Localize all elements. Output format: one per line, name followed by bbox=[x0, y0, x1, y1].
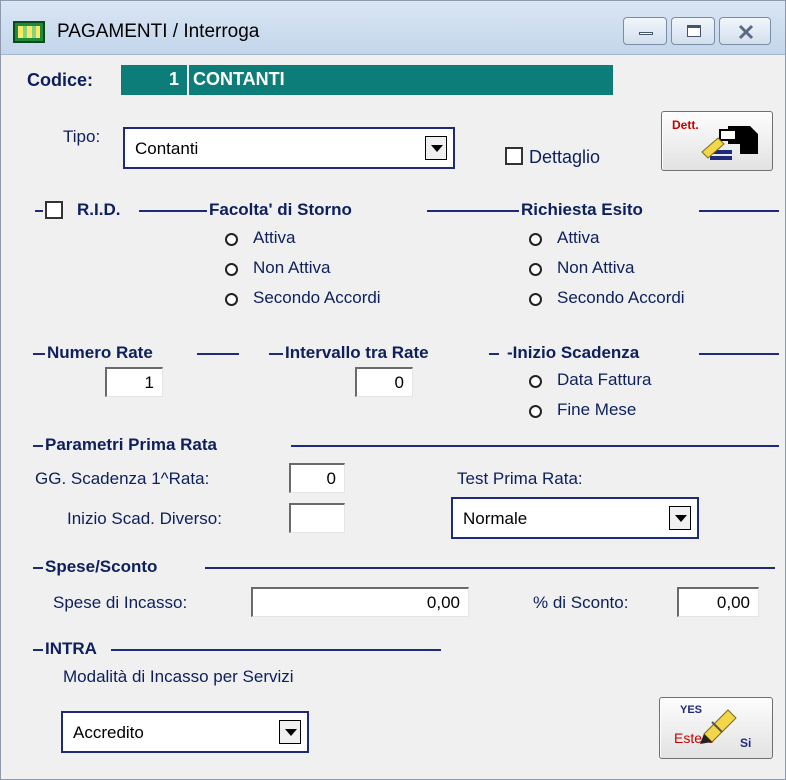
test-prima-rata-select[interactable]: Normale bbox=[451, 497, 699, 539]
gg-scadenza-label: GG. Scadenza 1^Rata: bbox=[35, 469, 210, 488]
chevron-down-icon[interactable] bbox=[425, 136, 447, 160]
parametri-prima-rata-label: Parametri Prima Rata bbox=[45, 435, 217, 454]
modalita-incasso-select[interactable]: Accredito bbox=[61, 711, 309, 753]
payment-window: PAGAMENTI / Interroga Codice: 1 CONTANTI… bbox=[0, 0, 786, 780]
minimize-icon bbox=[639, 32, 653, 35]
app-icon bbox=[13, 21, 45, 43]
pen-icon bbox=[700, 709, 737, 744]
test-prima-rata-value: Normale bbox=[463, 509, 528, 528]
chevron-down-icon[interactable] bbox=[279, 720, 301, 744]
tipo-select[interactable]: Contanti bbox=[123, 127, 455, 169]
codice-label: Codice: bbox=[27, 70, 94, 90]
detail-icon bbox=[701, 126, 758, 160]
maximize-button[interactable] bbox=[671, 17, 715, 45]
rid-label: R.I.D. bbox=[77, 200, 121, 219]
maximize-icon bbox=[687, 25, 701, 37]
gg-scadenza-field[interactable]: 0 bbox=[289, 463, 345, 493]
storno-attiva-radio[interactable] bbox=[225, 233, 238, 246]
spese-sconto-label: Spese/Sconto bbox=[45, 557, 158, 576]
estero-button[interactable]: YES Estero Si bbox=[659, 697, 773, 759]
storno-non-attiva-label: Non Attiva bbox=[253, 258, 331, 277]
richiesta-esito-label: Richiesta Esito bbox=[521, 200, 643, 219]
esito-secondo-accordi-radio[interactable] bbox=[529, 293, 542, 306]
rid-checkbox[interactable] bbox=[45, 201, 63, 219]
fine-mese-label: Fine Mese bbox=[557, 400, 637, 419]
close-icon bbox=[738, 24, 754, 40]
esito-non-attiva-label: Non Attiva bbox=[557, 258, 635, 277]
storno-secondo-accordi-label: Secondo Accordi bbox=[253, 288, 381, 307]
close-button[interactable] bbox=[719, 17, 771, 45]
esito-non-attiva-radio[interactable] bbox=[529, 263, 542, 276]
intra-label: INTRA bbox=[45, 639, 97, 658]
title-bar: PAGAMENTI / Interroga bbox=[1, 1, 785, 55]
spese-incasso-label: Spese di Incasso: bbox=[53, 593, 188, 612]
numero-rate-label: Numero Rate bbox=[47, 343, 153, 362]
window-title: PAGAMENTI / Interroga bbox=[57, 21, 260, 42]
sconto-label: % di Sconto: bbox=[533, 593, 629, 612]
sconto-field[interactable]: 0,00 bbox=[677, 587, 759, 617]
tipo-value: Contanti bbox=[135, 139, 199, 158]
data-fattura-radio[interactable] bbox=[529, 375, 542, 388]
chevron-down-icon[interactable] bbox=[669, 506, 691, 530]
modalita-incasso-label: Modalità di Incasso per Servizi bbox=[63, 667, 294, 686]
tipo-label: Tipo: bbox=[63, 127, 101, 146]
intervallo-rate-field[interactable]: 0 bbox=[355, 367, 413, 397]
dettaglio-checkbox[interactable] bbox=[505, 147, 523, 165]
minimize-button[interactable] bbox=[623, 17, 667, 45]
inizio-scad-diverso-label: Inizio Scad. Diverso: bbox=[67, 509, 222, 528]
test-prima-rata-label: Test Prima Rata: bbox=[457, 469, 583, 488]
fine-mese-radio[interactable] bbox=[529, 405, 542, 418]
codice-number: 1 bbox=[121, 65, 187, 95]
numero-rate-field[interactable]: 1 bbox=[105, 367, 163, 397]
inizio-scadenza-label: -Inizio Scadenza bbox=[507, 343, 640, 362]
intervallo-rate-label: Intervallo tra Rate bbox=[285, 343, 429, 362]
esito-attiva-radio[interactable] bbox=[529, 233, 542, 246]
esito-secondo-accordi-label: Secondo Accordi bbox=[557, 288, 685, 307]
spese-incasso-field[interactable]: 0,00 bbox=[251, 587, 469, 617]
codice-description: CONTANTI bbox=[189, 65, 613, 95]
storno-secondo-accordi-radio[interactable] bbox=[225, 293, 238, 306]
facolta-storno-label: Facolta' di Storno bbox=[209, 200, 352, 219]
esito-attiva-label: Attiva bbox=[557, 228, 600, 247]
dettaglio-label: Dettaglio bbox=[529, 147, 601, 167]
storno-non-attiva-radio[interactable] bbox=[225, 263, 238, 276]
storno-attiva-label: Attiva bbox=[253, 228, 296, 247]
data-fattura-label: Data Fattura bbox=[557, 370, 652, 389]
dettaglio-button[interactable]: Dett. bbox=[661, 111, 773, 171]
modalita-incasso-value: Accredito bbox=[73, 723, 144, 742]
inizio-scad-diverso-field[interactable] bbox=[289, 503, 345, 533]
